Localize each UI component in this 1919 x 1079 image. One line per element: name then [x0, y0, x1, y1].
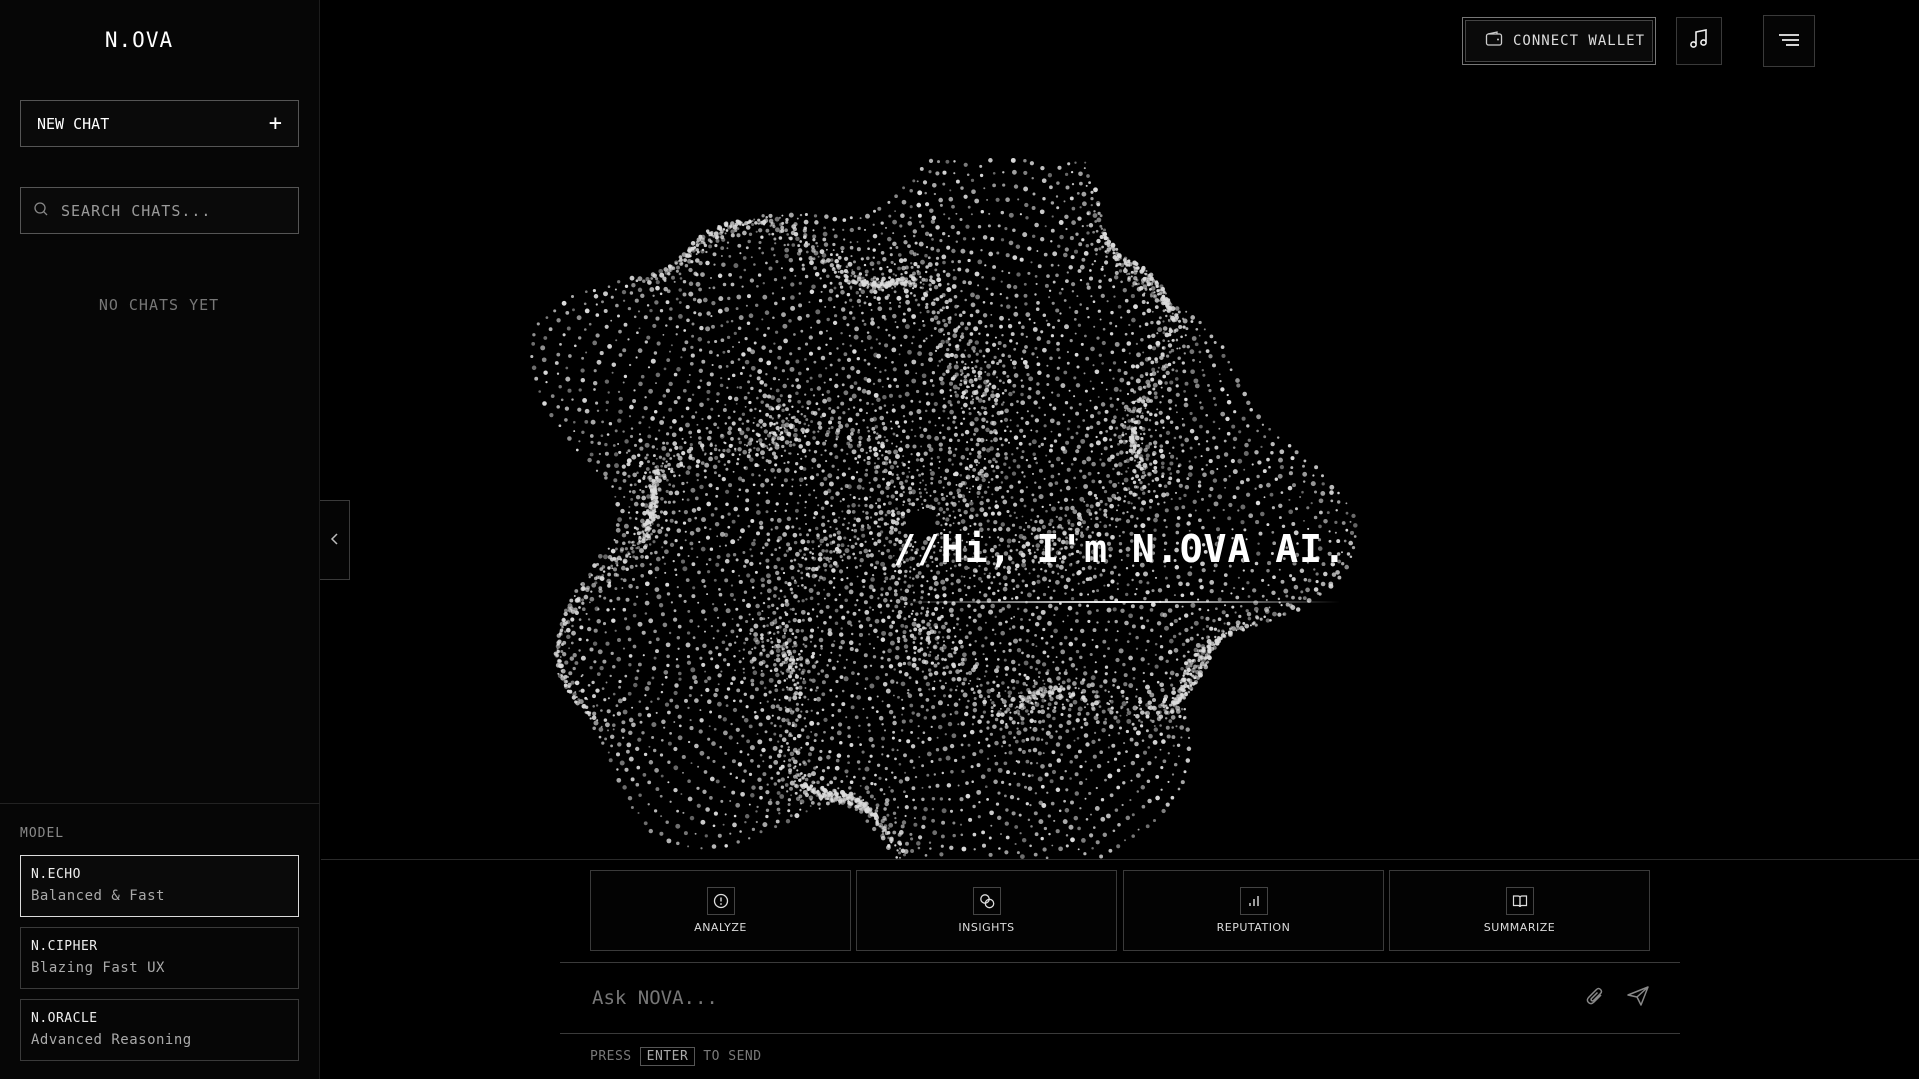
- alert-circle-icon: [706, 887, 735, 915]
- reputation-button[interactable]: REPUTATION: [1123, 870, 1384, 951]
- plus-icon: +: [268, 110, 282, 136]
- model-name: N.ORACLE: [31, 1011, 98, 1026]
- ask-nova-input[interactable]: [590, 986, 1584, 1010]
- wallet-icon: [1485, 31, 1503, 51]
- menu-button[interactable]: [1763, 15, 1815, 67]
- menu-icon: [1778, 32, 1800, 51]
- sidebar: N.OVA NEW CHAT + NO CHATS YET MODEL N.EC…: [0, 0, 320, 1079]
- music-button[interactable]: [1676, 17, 1722, 65]
- insights-button[interactable]: INSIGHTS: [856, 870, 1117, 951]
- enter-key-badge: ENTER: [639, 1047, 696, 1066]
- summarize-button[interactable]: SUMMARIZE: [1389, 870, 1650, 951]
- composer-divider: [321, 859, 1919, 860]
- new-chat-label: NEW CHAT: [37, 114, 110, 133]
- bar-chart-icon: [1239, 887, 1268, 915]
- model-name: N.CIPHER: [31, 939, 98, 954]
- hint-tail: TO SEND: [703, 1049, 762, 1064]
- reputation-label: REPUTATION: [1216, 921, 1291, 934]
- book-open-icon: [1505, 887, 1534, 915]
- send-hint: PRESS ENTER TO SEND: [590, 1047, 762, 1066]
- particle-sphere-visual: [530, 157, 1358, 860]
- model-option-echo[interactable]: N.ECHO Balanced & Fast: [20, 855, 299, 917]
- model-section: MODEL N.ECHO Balanced & Fast N.CIPHER Bl…: [0, 803, 320, 1079]
- model-option-cipher[interactable]: N.CIPHER Blazing Fast UX: [20, 927, 299, 989]
- empty-chats-message: NO CHATS YET: [98, 296, 220, 314]
- coins-icon: [972, 887, 1001, 915]
- insights-label: INSIGHTS: [958, 921, 1015, 934]
- model-heading: MODEL: [20, 826, 65, 841]
- model-option-oracle[interactable]: N.ORACLE Advanced Reasoning: [20, 999, 299, 1061]
- composer: [560, 962, 1680, 1034]
- search-chats-input[interactable]: [59, 200, 279, 221]
- new-chat-button[interactable]: NEW CHAT +: [20, 100, 299, 147]
- search-icon: [33, 201, 49, 221]
- summarize-label: SUMMARIZE: [1483, 921, 1556, 934]
- model-desc: Advanced Reasoning: [31, 1032, 192, 1048]
- app-logo[interactable]: N.OVA: [0, 28, 278, 52]
- hint-press: PRESS: [590, 1049, 632, 1064]
- music-note-icon: [1688, 28, 1710, 54]
- hero-underline: [900, 601, 1340, 603]
- connect-wallet-label: CONNECT WALLET: [1513, 33, 1646, 49]
- analyze-label: ANALYZE: [694, 921, 747, 934]
- model-desc: Blazing Fast UX: [31, 960, 165, 976]
- analyze-button[interactable]: ANALYZE: [590, 870, 851, 951]
- send-icon[interactable]: [1626, 985, 1650, 1011]
- hero-greeting: //Hi, I'm N.OVA AI.: [893, 527, 1347, 571]
- search-chats-field[interactable]: [20, 187, 299, 234]
- paperclip-icon[interactable]: [1584, 985, 1606, 1011]
- connect-wallet-button[interactable]: CONNECT WALLET: [1462, 17, 1656, 65]
- model-desc: Balanced & Fast: [31, 888, 165, 904]
- model-name: N.ECHO: [31, 867, 81, 882]
